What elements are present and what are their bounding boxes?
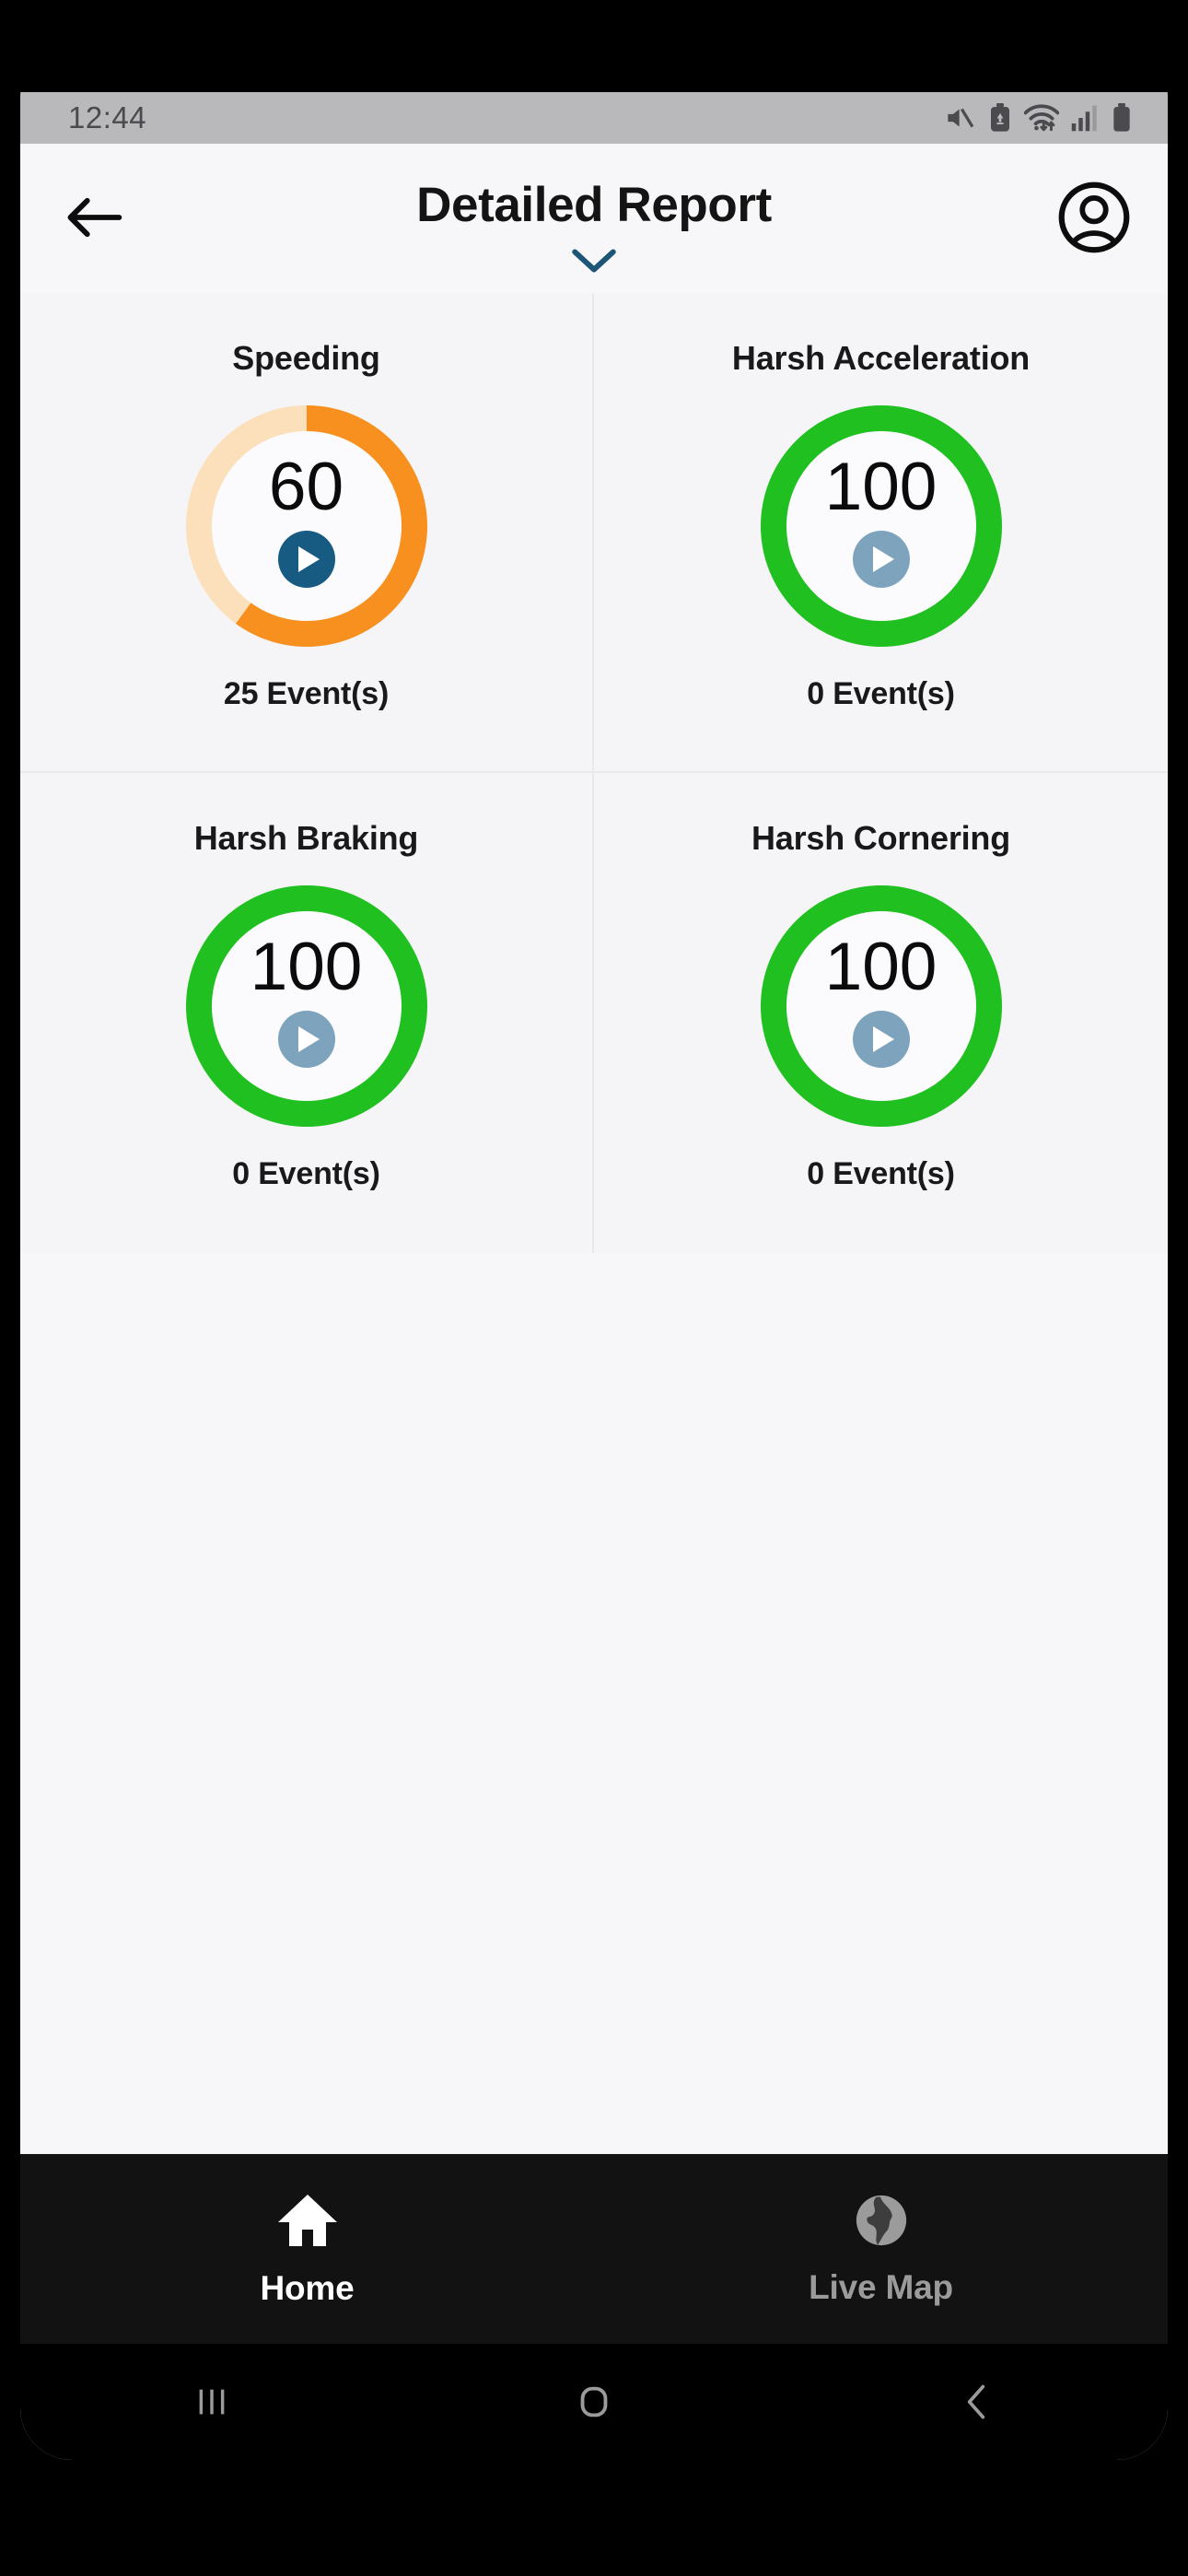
- metric-card-harsh-braking[interactable]: Harsh Braking 100 0 Event(s): [20, 773, 594, 1253]
- cellular-signal-icon: [1071, 104, 1099, 132]
- status-bar: 12:44: [20, 92, 1168, 144]
- play-triangle-icon: [873, 546, 894, 573]
- play-triangle-icon: [873, 1026, 894, 1053]
- metric-event-count: 0 Event(s): [232, 1156, 380, 1191]
- gauge-inner: 100: [786, 431, 976, 621]
- metric-event-count: 0 Event(s): [807, 676, 955, 711]
- nav-label-home: Home: [260, 2268, 355, 2307]
- page-title: Detailed Report: [416, 178, 772, 232]
- play-button[interactable]: [277, 1011, 335, 1069]
- metric-title: Harsh Acceleration: [731, 339, 1031, 377]
- wifi-icon: [1024, 103, 1059, 133]
- status-bar-clock: 12:44: [68, 100, 147, 135]
- play-triangle-icon: [298, 1026, 320, 1053]
- app-content: Detailed Report Speeding 60 25 Event(s) …: [20, 144, 1168, 2460]
- gauge-harsh-acceleration: 100: [760, 405, 1002, 647]
- gauge-score: 100: [250, 930, 363, 1004]
- device-screen: 12:44 Detailed Report Speeding 60 25 Eve…: [20, 44, 1168, 2460]
- globe-icon: [853, 2192, 910, 2254]
- nav-item-live-map[interactable]: Live Map: [594, 2192, 1168, 2307]
- metric-event-count: 25 Event(s): [223, 676, 390, 711]
- battery-saver-icon: [988, 103, 1012, 133]
- bottom-navigation: Home Live Map: [20, 2154, 1168, 2344]
- gauge-score: 100: [824, 930, 938, 1004]
- play-button[interactable]: [852, 531, 910, 589]
- play-button[interactable]: [277, 531, 335, 589]
- account-icon[interactable]: [1054, 177, 1135, 258]
- app-header: Detailed Report: [20, 144, 1168, 293]
- gauge-score: 60: [268, 450, 344, 524]
- metric-event-count: 0 Event(s): [807, 1156, 955, 1191]
- gauge-inner: 100: [211, 911, 402, 1101]
- metric-title: Harsh Cornering: [751, 819, 1011, 857]
- gauge-score: 100: [824, 450, 938, 524]
- metrics-grid: Speeding 60 25 Event(s) Harsh Accelerati…: [20, 293, 1168, 1253]
- system-navigation-bar: [20, 2344, 1168, 2460]
- nav-label-live-map: Live Map: [809, 2267, 953, 2306]
- metric-card-harsh-cornering[interactable]: Harsh Cornering 100 0 Event(s): [594, 773, 1168, 1253]
- play-button[interactable]: [852, 1011, 910, 1069]
- chevron-down-icon[interactable]: [20, 247, 1168, 275]
- metric-card-harsh-acceleration[interactable]: Harsh Acceleration 100 0 Event(s): [594, 293, 1168, 773]
- home-icon: [276, 2191, 339, 2254]
- gauge-speeding: 60: [185, 405, 427, 647]
- play-triangle-icon: [298, 546, 320, 573]
- mute-icon: [945, 104, 976, 132]
- metric-title: Harsh Braking: [193, 819, 419, 857]
- phone-frame: 12:44 Detailed Report Speeding 60 25 Eve…: [0, 0, 1188, 2576]
- nav-item-home[interactable]: Home: [20, 2191, 594, 2308]
- battery-icon: [1111, 103, 1133, 133]
- gauge-harsh-cornering: 100: [760, 885, 1002, 1127]
- gauge-harsh-braking: 100: [185, 885, 427, 1127]
- gauge-inner: 100: [786, 911, 976, 1101]
- home-button[interactable]: [402, 2381, 785, 2423]
- metric-card-speeding[interactable]: Speeding 60 25 Event(s): [20, 293, 594, 773]
- back-button-system[interactable]: [786, 2382, 1168, 2422]
- recents-button[interactable]: [20, 2383, 402, 2421]
- metric-title: Speeding: [232, 339, 380, 377]
- gauge-inner: 60: [211, 431, 402, 621]
- status-bar-icons: [945, 103, 1133, 133]
